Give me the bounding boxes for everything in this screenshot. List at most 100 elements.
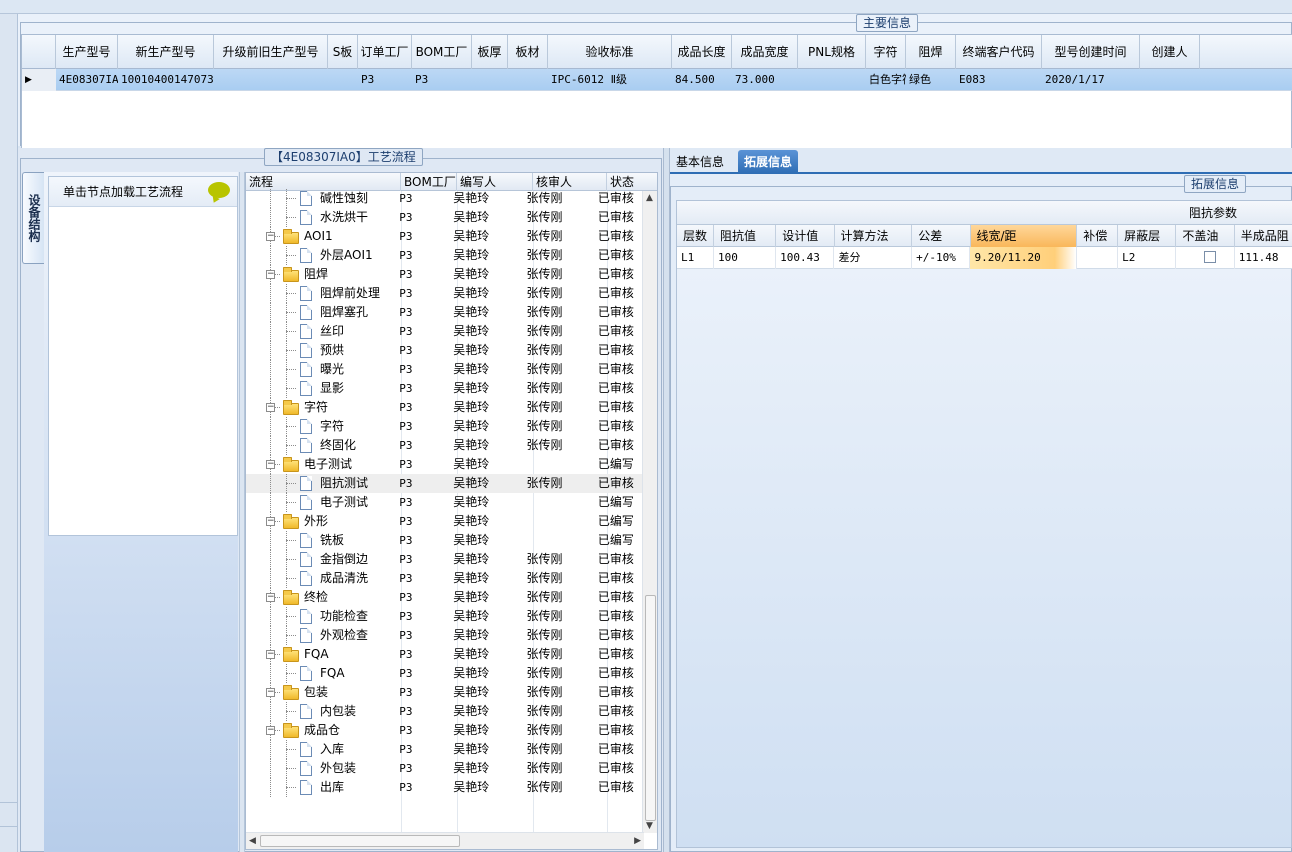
tree-row[interactable]: 入库 P3 吴艳玲 张传刚 已审核 [246,740,644,759]
process-tree-grid[interactable]: 流程 BOM工厂 编写人 核审人 状态 碱性蚀刻 P3 吴艳玲 张传刚 已审核 水洗烘干 P3 吴艳玲… [245,172,658,850]
grid-cell[interactable]: 白色字符 [866,69,906,91]
tree-row[interactable]: 阻抗测试 P3 吴艳玲 张传刚 已审核 [246,474,644,493]
collapse-icon[interactable]: − [266,460,275,469]
grid-cell[interactable] [508,69,548,91]
tree-row[interactable]: 铣板 P3 吴艳玲 已编写 [246,531,644,550]
scroll-up-icon[interactable]: ▲ [646,193,653,203]
collapse-icon[interactable]: − [266,726,275,735]
impedance-grid[interactable]: 阻抗参数 层数 阻抗值 设计值 计算方法 公差 线宽/距 补偿 屏蔽层 不盖油 半成品阻 L1 10… [676,200,1292,848]
collapse-icon[interactable]: − [266,517,275,526]
impedance-cell[interactable]: L1 [677,247,714,269]
collapse-icon[interactable]: − [266,270,275,279]
center-splitter[interactable] [663,148,670,852]
grid-cell[interactable]: E083 [956,69,1042,91]
tree-row[interactable]: − 成品仓 P3 吴艳玲 张传刚 已审核 [246,721,644,740]
collapse-icon[interactable]: − [266,403,275,412]
column-header[interactable]: S板 [328,35,358,69]
tree-row[interactable]: 终固化 P3 吴艳玲 张传刚 已审核 [246,436,644,455]
impedance-cell[interactable]: +/-10% [912,247,971,269]
column-header[interactable]: PNL规格 [798,35,866,69]
vertical-scroll-thumb[interactable] [645,595,656,821]
tab-extended-info[interactable]: 拓展信息 [738,150,799,174]
impedance-column-header[interactable]: 公差 [912,225,971,247]
horizontal-scrollbar[interactable]: ◀ ▶ [246,832,644,849]
tree-row[interactable]: − AOI1 P3 吴艳玲 张传刚 已审核 [246,227,644,246]
main-info-grid[interactable]: 生产型号 新生产型号 升级前旧生产型号 S板 订单工厂 BOM工厂 板厚 板材 验收标准 成品长度… [21,34,1292,156]
tree-row[interactable]: 成品清洗 P3 吴艳玲 张传刚 已审核 [246,569,644,588]
equipment-structure-tab[interactable]: 设备结构 [22,172,44,264]
load-process-box[interactable]: 单击节点加载工艺流程 [48,176,238,536]
scroll-right-icon[interactable]: ▶ [634,836,641,846]
impedance-cell[interactable]: 111.48 [1235,247,1292,269]
horizontal-scroll-thumb[interactable] [260,835,460,847]
tree-row[interactable]: 阻焊塞孔 P3 吴艳玲 张传刚 已审核 [246,303,644,322]
tree-row[interactable]: − 包装 P3 吴艳玲 张传刚 已审核 [246,683,644,702]
collapse-icon[interactable]: − [266,650,275,659]
tree-row[interactable]: 内包装 P3 吴艳玲 张传刚 已审核 [246,702,644,721]
vertical-scrollbar[interactable]: ▲ ▼ [642,191,657,833]
collapse-icon[interactable]: − [266,593,275,602]
column-header[interactable]: 成品长度 [672,35,732,69]
grid-cell[interactable]: P3 [358,69,412,91]
grid-cell[interactable]: 1001040014707З [118,69,214,91]
tab-basic-info[interactable]: 基本信息 [670,150,730,174]
collapse-icon[interactable]: − [266,688,275,697]
grid-cell[interactable]: 2020/1/17 [1042,69,1140,91]
no-cover-oil-checkbox[interactable] [1204,251,1217,263]
column-header[interactable]: 成品宽度 [732,35,798,69]
impedance-column-header[interactable]: 不盖油 [1176,225,1235,247]
tree-row[interactable]: 字符 P3 吴艳玲 张传刚 已审核 [246,417,644,436]
column-header[interactable]: 板材 [508,35,548,69]
tree-row[interactable]: − 阻焊 P3 吴艳玲 张传刚 已审核 [246,265,644,284]
tree-row[interactable]: 预烘 P3 吴艳玲 张传刚 已审核 [246,341,644,360]
impedance-column-header[interactable]: 屏蔽层 [1118,225,1177,247]
column-header[interactable]: 订单工厂 [358,35,412,69]
grid-cell[interactable]: 4E08307IA0 [56,69,118,91]
impedance-cell[interactable]: 100 [714,247,777,269]
scroll-left-icon[interactable]: ◀ [249,836,256,846]
column-header[interactable]: 新生产型号 [118,35,214,69]
impedance-row[interactable]: L1 100 100.43 差分 +/-10% 9.20/11.20 L2 111.48 [677,247,1292,269]
impedance-cell[interactable]: 差分 [834,247,913,269]
tree-row[interactable]: 水洗烘干 P3 吴艳玲 张传刚 已审核 [246,208,644,227]
column-header[interactable]: 板厚 [472,35,508,69]
tree-row[interactable]: 外层AOI1 P3 吴艳玲 张传刚 已审核 [246,246,644,265]
tree-row[interactable]: 外观检查 P3 吴艳玲 张传刚 已审核 [246,626,644,645]
impedance-column-header[interactable]: 层数 [677,225,715,247]
tree-row[interactable]: 丝印 P3 吴艳玲 张传刚 已审核 [246,322,644,341]
impedance-column-header[interactable]: 设计值 [776,225,835,247]
grid-cell[interactable]: 绿色 [906,69,956,91]
tree-row[interactable]: − 外形 P3 吴艳玲 已编写 [246,512,644,531]
tree-row[interactable]: 曝光 P3 吴艳玲 张传刚 已审核 [246,360,644,379]
impedance-column-header[interactable]: 阻抗值 [714,225,777,247]
grid-cell[interactable] [472,69,508,91]
collapse-icon[interactable]: − [266,232,275,241]
impedance-cell[interactable] [1077,247,1119,269]
tree-row[interactable]: 功能检查 P3 吴艳玲 张传刚 已审核 [246,607,644,626]
column-header[interactable]: 验收标准 [548,35,672,69]
impedance-column-header[interactable]: 线宽/距 [970,225,1078,247]
column-header[interactable]: 字符 [866,35,906,69]
column-header[interactable]: 终端客户代码 [956,35,1042,69]
main-grid-row[interactable]: ▶4E08307IA01001040014707З P3P3 IPC-6012 Ⅱ级… [22,69,1292,91]
tree-row[interactable]: 碱性蚀刻 P3 吴艳玲 张传刚 已审核 [246,189,644,208]
grid-cell[interactable] [1140,69,1200,91]
impedance-cell[interactable]: L2 [1118,247,1177,269]
tree-row[interactable]: 出库 P3 吴艳玲 张传刚 已审核 [246,778,644,797]
column-header[interactable]: 升级前旧生产型号 [214,35,328,69]
grid-cell[interactable] [798,69,866,91]
impedance-cell[interactable] [1176,247,1235,269]
tree-row[interactable]: FQA P3 吴艳玲 张传刚 已审核 [246,664,644,683]
impedance-cell[interactable]: 9.20/11.20 [970,247,1078,269]
grid-cell[interactable]: 73.000 [732,69,798,91]
tree-row[interactable]: − 终检 P3 吴艳玲 张传刚 已审核 [246,588,644,607]
tree-row[interactable]: 金指倒边 P3 吴艳玲 张传刚 已审核 [246,550,644,569]
impedance-cell[interactable]: 100.43 [776,247,835,269]
tree-row[interactable]: − 电子测试 P3 吴艳玲 已编写 [246,455,644,474]
column-header[interactable]: 生产型号 [56,35,118,69]
column-header[interactable]: 型号创建时间 [1042,35,1140,69]
grid-cell[interactable]: 84.500 [672,69,732,91]
tree-row[interactable]: − FQA P3 吴艳玲 张传刚 已审核 [246,645,644,664]
column-header[interactable]: BOM工厂 [412,35,472,69]
grid-cell[interactable]: P3 [412,69,472,91]
